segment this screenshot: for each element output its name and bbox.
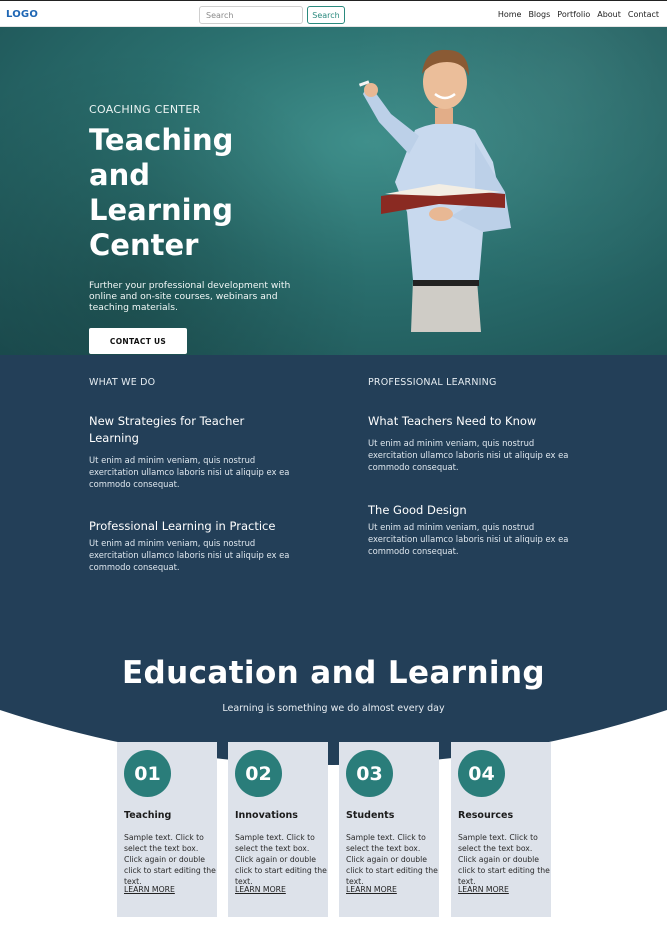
- item-title: New Strategies for Teacher Learning: [89, 414, 245, 445]
- card-title: Students: [346, 810, 395, 821]
- item-text: Ut enim ad minim veniam, quis nostrud ex…: [89, 538, 290, 572]
- hero-description: Further your professional development wi…: [89, 280, 291, 313]
- card-text: Sample text. Click to select the text bo…: [458, 833, 550, 886]
- item-title: The Good Design: [368, 503, 467, 517]
- item-text: Ut enim ad minim veniam, quis nostrud ex…: [89, 455, 290, 489]
- card-text: Sample text. Click to select the text bo…: [235, 833, 327, 886]
- card-text: Sample text. Click to select the text bo…: [346, 833, 438, 886]
- card-number: 01: [124, 750, 171, 797]
- item-title: What Teachers Need to Know: [368, 414, 537, 428]
- search-input[interactable]: [199, 6, 303, 24]
- card-number: 04: [458, 750, 505, 797]
- card-students: 03 Students Sample text. Click to select…: [339, 742, 439, 917]
- contact-us-button[interactable]: CONTACT US: [89, 328, 187, 354]
- learn-more-link[interactable]: LEARN MORE: [458, 885, 509, 894]
- nav-link-blogs[interactable]: Blogs: [528, 10, 550, 19]
- card-title: Innovations: [235, 810, 298, 821]
- card-number: 03: [346, 750, 393, 797]
- education-subtitle: Learning is something we do almost every…: [222, 703, 445, 714]
- item-title: Professional Learning in Practice: [89, 519, 276, 533]
- search-button[interactable]: Search: [307, 6, 345, 24]
- professional-learning-heading: PROFESSIONAL LEARNING: [368, 377, 497, 388]
- card-title: Resources: [458, 810, 514, 821]
- education-title: Education and Learning: [121, 655, 546, 691]
- learn-more-link[interactable]: LEARN MORE: [235, 885, 286, 894]
- card-number: 02: [235, 750, 282, 797]
- hero-section: COACHING CENTER Teaching and Learning Ce…: [0, 27, 667, 355]
- hero-title: Teaching and Learning Center: [89, 123, 234, 262]
- logo[interactable]: LOGO: [6, 9, 38, 20]
- card-title: Teaching: [124, 810, 172, 821]
- item-text: Ut enim ad minim veniam, quis nostrud ex…: [368, 438, 569, 472]
- nav-link-home[interactable]: Home: [498, 10, 522, 19]
- section-curve: [0, 710, 667, 947]
- teacher-image: [358, 49, 511, 332]
- nav-link-about[interactable]: About: [597, 10, 621, 19]
- navbar: LOGO Search Home Blogs Portfolio About C…: [0, 0, 667, 27]
- nav-links: Home Blogs Portfolio About Contact: [498, 10, 659, 19]
- learn-more-link[interactable]: LEARN MORE: [124, 885, 175, 894]
- what-we-do-heading: WHAT WE DO: [89, 377, 156, 388]
- nav-link-contact[interactable]: Contact: [628, 10, 659, 19]
- card-resources: 04 Resources Sample text. Click to selec…: [451, 742, 551, 917]
- nav-link-portfolio[interactable]: Portfolio: [557, 10, 590, 19]
- card-teaching: 01 Teaching Sample text. Click to select…: [117, 742, 217, 917]
- card-text: Sample text. Click to select the text bo…: [124, 833, 216, 886]
- hero-eyebrow: COACHING CENTER: [89, 103, 201, 116]
- learn-more-link[interactable]: LEARN MORE: [346, 885, 397, 894]
- item-text: Ut enim ad minim veniam, quis nostrud ex…: [368, 522, 569, 556]
- card-innovations: 02 Innovations Sample text. Click to sel…: [228, 742, 328, 917]
